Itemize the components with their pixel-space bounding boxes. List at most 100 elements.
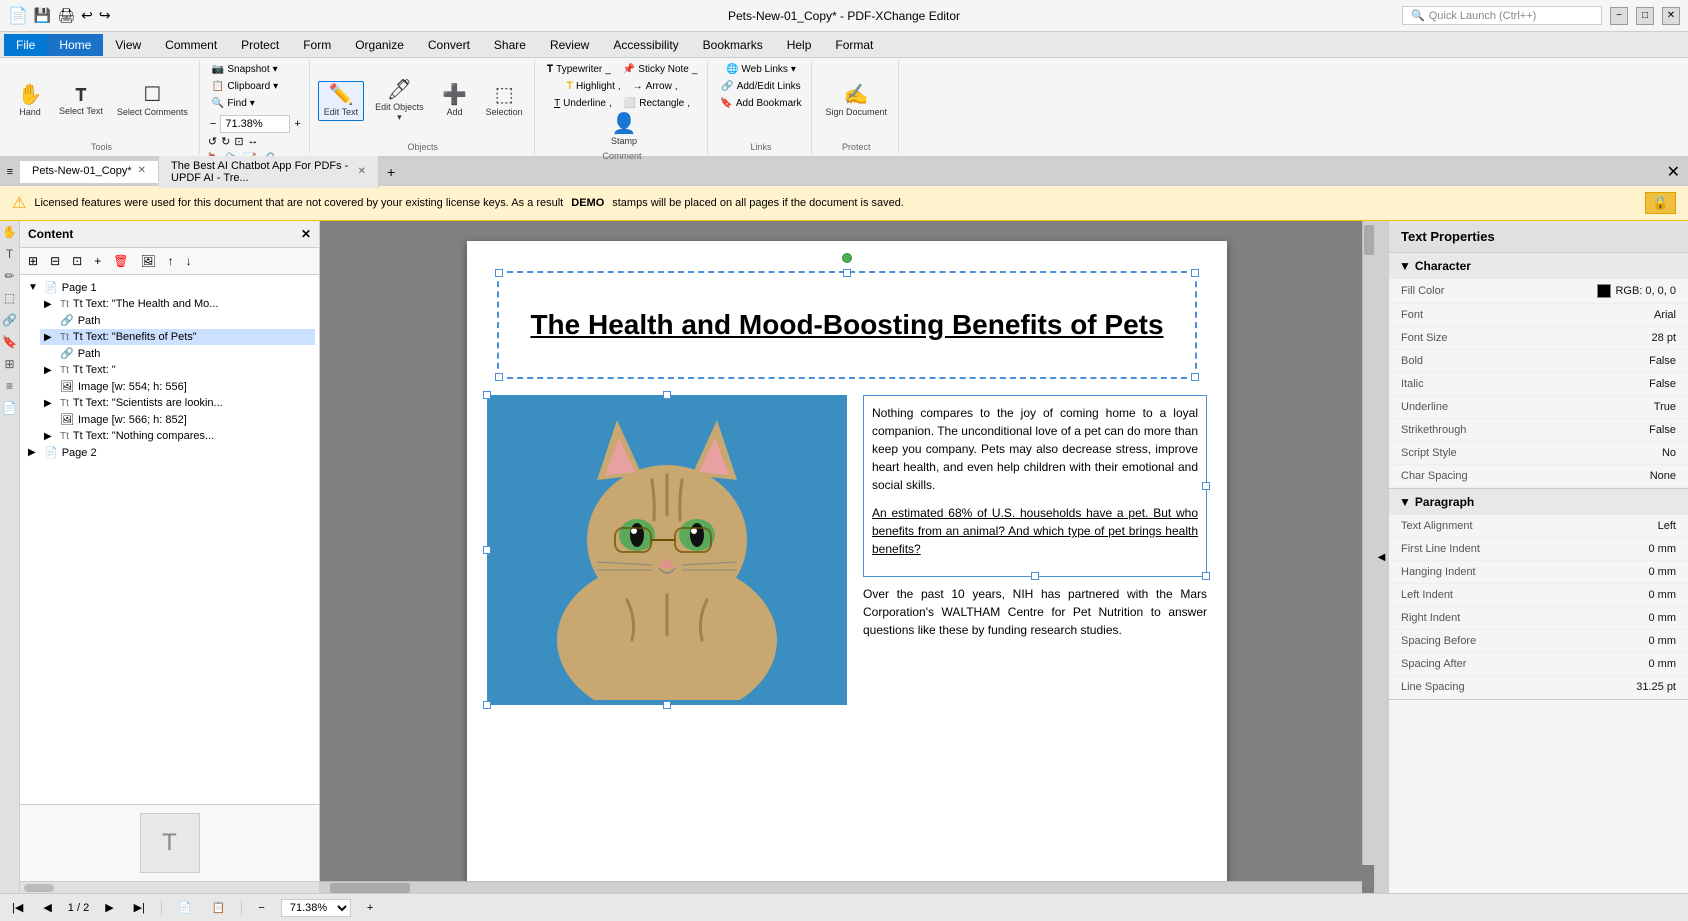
pdf-scrollbar-h[interactable] xyxy=(320,881,1362,893)
tree-text4[interactable]: ▶ Tt Tt Text: "Scientists are lookin... xyxy=(40,395,315,411)
text-handle-br[interactable] xyxy=(1202,572,1210,580)
fill-color-swatch[interactable] xyxy=(1597,284,1611,298)
arrow-button[interactable]: → Arrow , xyxy=(629,79,682,94)
status-page-nav-prev[interactable]: ◀ xyxy=(39,899,55,916)
zoom-input[interactable]: 71.38% xyxy=(220,115,290,133)
side-hand-icon[interactable]: ✋ xyxy=(2,225,17,239)
tab-list-button[interactable]: ≡ xyxy=(0,166,20,178)
quick-access-redo[interactable]: ↪ xyxy=(99,7,111,24)
menu-item-protect[interactable]: Protect xyxy=(229,34,291,56)
img-handle-ml[interactable] xyxy=(483,546,491,554)
pdf-scrollbar-thumb-v[interactable] xyxy=(1364,225,1374,255)
quick-access-save[interactable]: 💾 xyxy=(34,7,51,24)
new-tab-button[interactable]: + xyxy=(379,160,403,184)
scrollbar-thumb-h[interactable] xyxy=(24,884,54,892)
tree-text5[interactable]: ▶ Tt Tt Text: "Nothing compares... xyxy=(40,428,315,444)
minimize-button[interactable]: − xyxy=(1610,7,1628,25)
status-single-page-btn[interactable]: 📄 xyxy=(174,899,196,916)
fit-page-button[interactable]: ⊡ xyxy=(234,135,243,148)
maximize-button[interactable]: □ xyxy=(1636,7,1654,25)
clipboard-button[interactable]: 📋 Clipboard ▾ xyxy=(208,79,282,94)
menu-item-view[interactable]: View xyxy=(103,34,153,56)
tree-text2[interactable]: ▶ Tt Tt Text: "Benefits of Pets" xyxy=(40,329,315,345)
tree-text3[interactable]: ▶ Tt Tt Text: " xyxy=(40,362,315,378)
find-button[interactable]: 🔍 Find ▾ xyxy=(208,96,259,111)
status-page-nav-last[interactable]: ▶| xyxy=(130,899,149,916)
underline-button[interactable]: T Underline , xyxy=(550,96,616,111)
rotate-cw-button[interactable]: ↻ xyxy=(221,135,230,148)
content-tool-expand[interactable]: ⊞ xyxy=(24,252,42,270)
status-page-nav-next[interactable]: ▶ xyxy=(101,899,117,916)
tree-text1[interactable]: ▶ Tt Tt Text: "The Health and Mo... xyxy=(40,296,315,312)
content-tool-image[interactable]: 🖼 xyxy=(136,252,159,270)
collapse-right-panel-button[interactable]: ◀ xyxy=(1374,221,1388,893)
pdf-scrollbar-v[interactable] xyxy=(1362,221,1374,865)
side-bookmark-icon[interactable]: 🔖 xyxy=(2,335,17,349)
text-handle-bm[interactable] xyxy=(1031,572,1039,580)
snapshot-button[interactable]: 📷 Snapshot ▾ xyxy=(208,62,282,77)
handle-tm[interactable] xyxy=(843,269,851,277)
menu-item-bookmarks[interactable]: Bookmarks xyxy=(691,34,775,56)
rectangle-button[interactable]: ⬜ Rectangle , xyxy=(620,96,694,111)
zoom-in-button[interactable]: + xyxy=(292,116,302,132)
menu-item-format[interactable]: Format xyxy=(823,34,885,56)
content-tool-group[interactable]: ⊡ xyxy=(68,252,86,270)
tree-path1[interactable]: 🔗 Path xyxy=(40,312,315,329)
expand-page2-icon[interactable]: ▶ xyxy=(28,447,40,458)
status-two-page-btn[interactable]: 📋 xyxy=(208,899,230,916)
content-tool-move-down[interactable]: ↓ xyxy=(182,252,196,270)
text-handle-mr[interactable] xyxy=(1202,482,1210,490)
tree-img1[interactable]: 🖼 Image [w: 554; h: 556] xyxy=(40,378,315,395)
close-button[interactable]: ✕ xyxy=(1662,7,1680,25)
tree-img2[interactable]: 🖼 Image [w: 566; h: 852] xyxy=(40,411,315,428)
side-grid-icon[interactable]: ⊞ xyxy=(4,357,14,371)
expand-text5-icon[interactable]: ▶ xyxy=(44,431,56,442)
add-bookmark-button[interactable]: 🔖 Add Bookmark xyxy=(716,96,805,111)
menu-item-home[interactable]: Home xyxy=(47,34,103,56)
add-edit-links-button[interactable]: 🔗 Add/Edit Links xyxy=(717,79,804,94)
menu-item-convert[interactable]: Convert xyxy=(416,34,482,56)
expand-page1-icon[interactable]: ▼ xyxy=(28,282,40,293)
tab-pets-document[interactable]: Pets-New-01_Copy* ✕ xyxy=(20,161,159,183)
typewriter-button[interactable]: 𝐓 Typewriter _ xyxy=(543,62,615,77)
zoom-out-button[interactable]: − xyxy=(208,116,218,132)
web-links-button[interactable]: 🌐 Web Links ▾ xyxy=(722,62,800,77)
rotate-ccw-button[interactable]: ↺ xyxy=(208,135,217,148)
paragraph-section-header[interactable]: ▼ Paragraph xyxy=(1389,489,1688,515)
hand-tool-button[interactable]: ✋ Hand xyxy=(10,82,50,120)
rotate-handle[interactable] xyxy=(842,253,852,263)
tree-page1[interactable]: ▼ 📄 Page 1 xyxy=(24,279,315,296)
content-tool-move-up[interactable]: ↑ xyxy=(164,252,178,270)
character-section-header[interactable]: ▼ Character xyxy=(1389,253,1688,279)
side-pencil-icon[interactable]: ✏ xyxy=(4,269,14,283)
side-doc-icon[interactable]: 📄 xyxy=(2,401,17,415)
handle-br[interactable] xyxy=(1191,373,1199,381)
pdf-text-selection[interactable]: Nothing compares to the joy of coming ho… xyxy=(863,395,1207,577)
expand-text1-icon[interactable]: ▶ xyxy=(44,299,56,310)
menu-item-review[interactable]: Review xyxy=(538,34,601,56)
tree-page2[interactable]: ▶ 📄 Page 2 xyxy=(24,444,315,461)
status-zoom-out[interactable]: − xyxy=(254,900,268,916)
side-layers-icon[interactable]: ≡ xyxy=(6,379,13,393)
handle-tl[interactable] xyxy=(495,269,503,277)
quick-access-undo[interactable]: ↩ xyxy=(81,7,93,24)
content-tool-add[interactable]: + xyxy=(90,252,105,270)
menu-item-accessibility[interactable]: Accessibility xyxy=(601,34,690,56)
pdf-scrollbar-thumb-h[interactable] xyxy=(330,883,410,893)
close-all-tabs-button[interactable]: ✕ xyxy=(1659,158,1688,186)
select-comments-button[interactable]: ☐ Select Comments xyxy=(112,82,193,120)
menu-item-help[interactable]: Help xyxy=(775,34,824,56)
side-shapes-icon[interactable]: ⬚ xyxy=(4,291,15,305)
expand-text2-icon[interactable]: ▶ xyxy=(44,332,56,343)
handle-bl[interactable] xyxy=(495,373,503,381)
side-link-icon[interactable]: 🔗 xyxy=(2,313,17,327)
quick-access-print[interactable]: 🖨 xyxy=(57,7,75,24)
sticky-note-button[interactable]: 📌 Sticky Note _ xyxy=(619,62,702,77)
tree-path2[interactable]: 🔗 Path xyxy=(40,345,315,362)
menu-item-share[interactable]: Share xyxy=(482,34,538,56)
img-handle-bm[interactable] xyxy=(663,701,671,709)
status-zoom-in[interactable]: + xyxy=(363,900,377,916)
handle-tr[interactable] xyxy=(1191,269,1199,277)
tab-updf-close[interactable]: ✕ xyxy=(358,166,366,177)
menu-item-comment[interactable]: Comment xyxy=(153,34,229,56)
